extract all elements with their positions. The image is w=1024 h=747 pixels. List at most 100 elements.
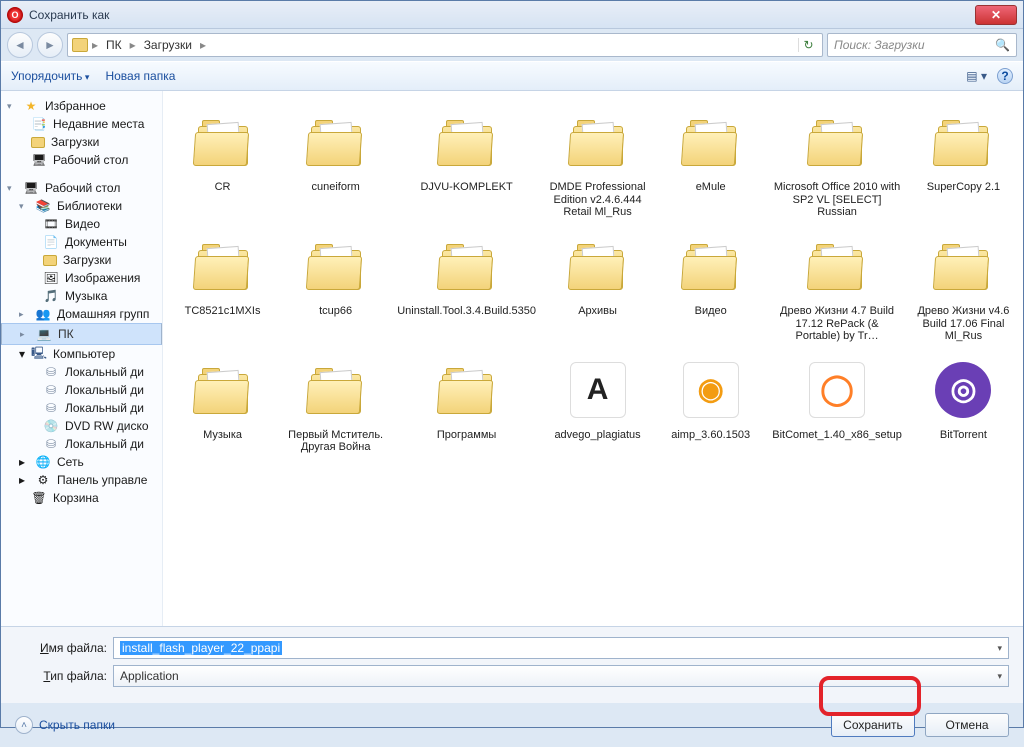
sidebar-item[interactable]: 📄 Документы bbox=[1, 233, 162, 251]
computer-icon: 💻 bbox=[36, 327, 52, 341]
close-button[interactable]: ✕ bbox=[975, 5, 1017, 25]
cancel-button[interactable]: Отмена bbox=[925, 713, 1009, 737]
search-placeholder: Поиск: Загрузки bbox=[834, 38, 925, 52]
sidebar-control-panel[interactable]: ▸⚙Панель управле bbox=[1, 471, 162, 489]
file-item[interactable]: Aadvego_plagiatus bbox=[542, 351, 653, 458]
sidebar-item[interactable]: 📑Недавние места bbox=[1, 115, 162, 133]
file-item[interactable]: cuneiform bbox=[280, 103, 391, 223]
file-item[interactable]: SuperCopy 2.1 bbox=[908, 103, 1019, 223]
window-title: Сохранить как bbox=[29, 8, 109, 22]
search-input[interactable]: Поиск: Загрузки 🔍 bbox=[827, 33, 1017, 57]
sidebar-item-icon: 🎵 bbox=[43, 289, 59, 303]
file-item[interactable]: Uninstall.Tool.3.4.Build.5350 bbox=[393, 227, 540, 347]
filetype-select[interactable]: Application ▾ bbox=[113, 665, 1009, 687]
sidebar-item-label: Изображения bbox=[65, 271, 140, 285]
file-item[interactable]: Древо Жизни 4.7 Build 17.12 RePack (& Po… bbox=[768, 227, 906, 347]
sidebar-libraries-head[interactable]: ▾📚Библиотеки bbox=[1, 197, 162, 215]
file-item[interactable]: Архивы bbox=[542, 227, 653, 347]
filename-value: install_flash_player_22_ppapi bbox=[120, 641, 282, 655]
help-button[interactable]: ? bbox=[997, 68, 1013, 84]
file-item[interactable]: DJVU-KOMPLEKT bbox=[393, 103, 540, 223]
file-item[interactable]: Древо Жизни v4.6 Build 17.06 Final Ml_Ru… bbox=[908, 227, 1019, 347]
file-item[interactable]: Программы bbox=[393, 351, 540, 458]
file-label: Uninstall.Tool.3.4.Build.5350 bbox=[395, 305, 538, 318]
sidebar-homegroup[interactable]: ▸👥Домашняя групп bbox=[1, 305, 162, 323]
file-item[interactable]: TC8521c1MXIs bbox=[167, 227, 278, 347]
sidebar-item[interactable]: 🖥Рабочий стол bbox=[1, 151, 162, 169]
star-icon: ★ bbox=[23, 99, 39, 113]
refresh-button[interactable]: ↻ bbox=[798, 38, 818, 52]
sidebar-drive[interactable]: ⛁Локальный ди bbox=[1, 399, 162, 417]
chevron-down-icon[interactable]: ▾ bbox=[997, 643, 1002, 654]
sidebar-item[interactable]: 🎵Музыка bbox=[1, 287, 162, 305]
sidebar-item[interactable]: 🖼Изображения bbox=[1, 269, 162, 287]
sidebar-drive[interactable]: ⛁Локальный ди bbox=[1, 381, 162, 399]
file-label: Архивы bbox=[576, 305, 619, 318]
sidebar-item[interactable]: Загрузки bbox=[1, 251, 162, 269]
file-label: SuperCopy 2.1 bbox=[925, 181, 1002, 194]
sidebar-favorites-head[interactable]: ▾★Избранное bbox=[1, 97, 162, 115]
file-item[interactable]: ◉aimp_3.60.1503 bbox=[655, 351, 766, 458]
file-label: CR bbox=[213, 181, 233, 194]
file-item[interactable]: eMule bbox=[655, 103, 766, 223]
app-icon: ◉ bbox=[676, 355, 746, 425]
sidebar-drive[interactable]: 💿 DVD RW диско bbox=[1, 417, 162, 435]
folder-icon bbox=[72, 38, 88, 52]
sidebar-item-label: DVD RW диско bbox=[65, 419, 149, 433]
forward-button[interactable]: ► bbox=[37, 32, 63, 58]
file-pane[interactable]: CR cuneiform DJVU-KOMPLEKT DMDE Professiona… bbox=[163, 91, 1023, 626]
file-item[interactable]: Первый Мститель. Другая Война bbox=[280, 351, 391, 458]
file-item[interactable]: Видео bbox=[655, 227, 766, 347]
sidebar-pk[interactable]: ▸💻ПК bbox=[1, 323, 162, 345]
drive-icon: 💿 bbox=[43, 419, 59, 433]
sidebar-computer[interactable]: ▾🖳Компьютер bbox=[1, 345, 162, 363]
sidebar-item-label: Локальный ди bbox=[65, 437, 144, 451]
view-options-button[interactable]: ▤ ▾ bbox=[966, 69, 987, 83]
file-item[interactable]: DMDE Professional Edition v2.4.6.444 Ret… bbox=[542, 103, 653, 223]
file-label: cuneiform bbox=[310, 181, 362, 194]
file-item[interactable]: ◎ BitTorrent bbox=[908, 351, 1019, 458]
network-icon: 🌐 bbox=[35, 455, 51, 469]
folder-icon bbox=[676, 231, 746, 301]
sidebar-item[interactable]: Загрузки bbox=[1, 133, 162, 151]
sidebar-recycle-bin[interactable]: 🗑Корзина bbox=[1, 489, 162, 507]
organize-button[interactable]: Упорядочить bbox=[11, 69, 89, 83]
file-label: Древо Жизни v4.6 Build 17.06 Final Ml_Ru… bbox=[910, 305, 1017, 343]
folder-icon bbox=[188, 231, 258, 301]
folder-icon bbox=[928, 107, 998, 177]
breadcrumb-seg-1[interactable]: ПК bbox=[102, 36, 126, 54]
filename-input[interactable]: install_flash_player_22_ppapi ▾ bbox=[113, 637, 1009, 659]
folder-icon bbox=[301, 231, 371, 301]
file-item[interactable]: Музыка bbox=[167, 351, 278, 458]
sidebar-item-label: Документы bbox=[65, 235, 127, 249]
file-item[interactable]: ◯BitComet_1.40_x86_setup bbox=[768, 351, 906, 458]
sidebar-item-icon: 🎞 bbox=[43, 217, 59, 231]
sidebar-desktop-head[interactable]: ▾🖥Рабочий стол bbox=[1, 179, 162, 197]
file-label: BitTorrent bbox=[938, 429, 989, 442]
app-icon: O bbox=[7, 7, 23, 23]
file-label: eMule bbox=[694, 181, 728, 194]
save-button[interactable]: Сохранить bbox=[831, 713, 915, 737]
drive-icon: ⛁ bbox=[43, 365, 59, 379]
new-folder-button[interactable]: Новая папка bbox=[105, 69, 175, 83]
breadcrumb-seg-2[interactable]: Загрузки bbox=[140, 36, 196, 54]
drive-icon: ⛁ bbox=[43, 383, 59, 397]
app-icon: ◎ bbox=[928, 355, 998, 425]
sidebar-item-icon: 📄 bbox=[43, 235, 59, 249]
hide-folders-button[interactable]: ˄ Скрыть папки bbox=[15, 716, 115, 734]
file-label: DJVU-KOMPLEKT bbox=[418, 181, 514, 194]
file-item[interactable]: tcup66 bbox=[280, 227, 391, 347]
sidebar-drive[interactable]: ⛁Локальный ди bbox=[1, 435, 162, 453]
sidebar-item[interactable]: 🎞Видео bbox=[1, 215, 162, 233]
file-item[interactable]: CR bbox=[167, 103, 278, 223]
sidebar-drive[interactable]: ⛁ Локальный ди bbox=[1, 363, 162, 381]
sidebar-network[interactable]: ▸🌐Сеть bbox=[1, 453, 162, 471]
sidebar-item-label: Недавние места bbox=[53, 117, 144, 131]
search-icon: 🔍 bbox=[995, 38, 1010, 52]
sidebar-item-label: Локальный ди bbox=[65, 365, 144, 379]
dialog-footer: ˄ Скрыть папки Сохранить Отмена bbox=[1, 703, 1023, 747]
address-bar[interactable]: ▸ ПК ▸ Загрузки ▸ ↻ bbox=[67, 33, 823, 57]
file-item[interactable]: Microsoft Office 2010 with SP2 VL [SELEC… bbox=[768, 103, 906, 223]
folder-icon bbox=[432, 231, 502, 301]
back-button[interactable]: ◄ bbox=[7, 32, 33, 58]
